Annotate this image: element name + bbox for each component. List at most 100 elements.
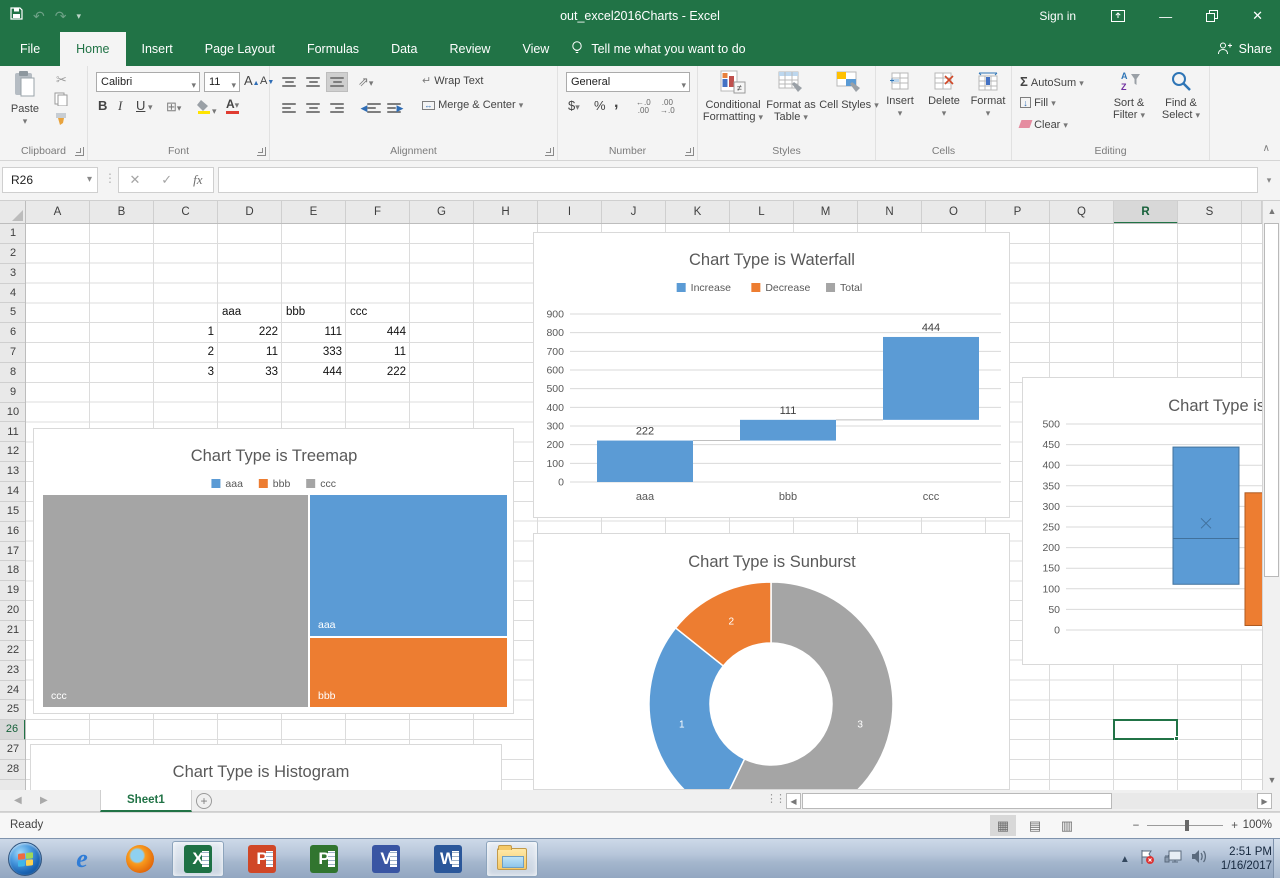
wrap-text-button[interactable]: ↵ Wrap Text	[422, 74, 483, 87]
ribbon-display-options-icon[interactable]	[1094, 0, 1142, 32]
font-color-icon[interactable]: A▾	[226, 97, 239, 111]
column-header-S[interactable]: S	[1178, 201, 1242, 224]
cell-F7[interactable]: 11	[346, 343, 410, 362]
cell-E6[interactable]: 111	[282, 323, 346, 342]
italic-button[interactable]: I	[118, 98, 122, 114]
select-all-corner[interactable]	[0, 201, 26, 224]
copy-icon[interactable]	[54, 92, 68, 109]
underline-button[interactable]: U	[136, 98, 145, 113]
taskbar-project[interactable]: P	[298, 841, 350, 877]
tell-me-box[interactable]: Tell me what you want to do	[565, 32, 745, 66]
decrease-indent-icon[interactable]: ◀	[358, 98, 380, 118]
cut-icon[interactable]: ✂	[56, 72, 67, 88]
row-header-17[interactable]: 17	[0, 542, 26, 562]
enter-icon[interactable]: ✓	[161, 172, 172, 188]
page-break-view-icon[interactable]: ▥	[1054, 815, 1080, 836]
row-header-3[interactable]: 3	[0, 264, 26, 284]
row-header-22[interactable]: 22	[0, 641, 26, 661]
column-header-R[interactable]: R	[1114, 201, 1178, 224]
column-header-O[interactable]: O	[922, 201, 986, 224]
autosum-button[interactable]: Σ AutoSum ▾	[1020, 74, 1084, 89]
cell-F8[interactable]: 222	[346, 363, 410, 382]
fill-handle[interactable]	[1174, 736, 1179, 741]
font-size-combo[interactable]: 11▾	[204, 72, 240, 92]
format-painter-icon[interactable]	[54, 112, 68, 129]
page-layout-view-icon[interactable]: ▤	[1022, 815, 1048, 836]
align-top-icon[interactable]	[278, 72, 300, 92]
row-header-26[interactable]: 26	[0, 720, 26, 740]
taskbar-explorer[interactable]	[486, 841, 538, 877]
scroll-down-icon[interactable]: ▼	[1263, 770, 1280, 790]
column-header-E[interactable]: E	[282, 201, 346, 224]
row-header-1[interactable]: 1	[0, 224, 26, 244]
formula-bar-splitter[interactable]: ⋮	[104, 171, 116, 185]
align-right-icon[interactable]	[326, 98, 348, 118]
clear-button[interactable]: Clear ▾	[1020, 119, 1068, 131]
column-header-J[interactable]: J	[602, 201, 666, 224]
increase-indent-icon[interactable]: ▶	[384, 98, 406, 118]
cell-C7[interactable]: 2	[154, 343, 218, 362]
borders-icon[interactable]: ⊞▾	[166, 99, 181, 115]
insert-cells-button[interactable]: Insert▾	[878, 72, 922, 119]
row-header-7[interactable]: 7	[0, 343, 26, 363]
horizontal-scrollbar[interactable]: ◀ ▶	[786, 793, 1272, 810]
vertical-scroll-thumb[interactable]	[1264, 223, 1279, 577]
align-middle-icon[interactable]	[302, 72, 324, 92]
taskbar-firefox[interactable]	[114, 841, 166, 877]
accounting-format-icon[interactable]: $▾	[568, 98, 580, 113]
row-header-16[interactable]: 16	[0, 522, 26, 542]
cell-F5[interactable]: ccc	[346, 303, 410, 322]
scroll-left-icon[interactable]: ◀	[786, 793, 801, 809]
row-header-29[interactable]	[0, 780, 26, 790]
chart-treemap[interactable]: Chart Type is Treemapaaabbbccccccaaabbb	[33, 428, 514, 714]
chart-box-whisker[interactable]: Chart Type is BoxWhisker0501001502002503…	[1022, 377, 1262, 665]
collapse-ribbon-icon[interactable]: ∧	[1263, 143, 1270, 154]
clipboard-dialog-launcher[interactable]	[75, 147, 84, 156]
sort-filter-button[interactable]: AZ Sort & Filter ▾	[1104, 70, 1154, 121]
cell-D5[interactable]: aaa	[218, 303, 282, 322]
row-header-8[interactable]: 8	[0, 363, 26, 383]
row-header-18[interactable]: 18	[0, 561, 26, 581]
horizontal-scroll-thumb[interactable]	[802, 793, 1112, 809]
column-header-B[interactable]: B	[90, 201, 154, 224]
row-header-12[interactable]: 12	[0, 442, 26, 462]
tab-formulas[interactable]: Formulas	[291, 32, 375, 66]
taskbar-powerpoint[interactable]: P	[236, 841, 288, 877]
row-header-20[interactable]: 20	[0, 601, 26, 621]
column-header-L[interactable]: L	[730, 201, 794, 224]
row-header-28[interactable]: 28	[0, 760, 26, 780]
delete-cells-button[interactable]: Delete▾	[922, 72, 966, 119]
cell-C6[interactable]: 1	[154, 323, 218, 342]
row-header-11[interactable]: 11	[0, 423, 26, 443]
row-header-15[interactable]: 15	[0, 502, 26, 522]
column-header-G[interactable]: G	[410, 201, 474, 224]
column-header-D[interactable]: D	[218, 201, 282, 224]
insert-function-icon[interactable]: fx	[193, 172, 202, 188]
show-desktop-button[interactable]	[1273, 839, 1280, 878]
formula-input[interactable]	[218, 167, 1258, 193]
number-dialog-launcher[interactable]	[685, 147, 694, 156]
increase-decimal-icon[interactable]: ←.0.00	[636, 99, 651, 115]
row-header-10[interactable]: 10	[0, 403, 26, 423]
fill-color-icon[interactable]: ▾	[196, 98, 217, 117]
cell-D6[interactable]: 222	[218, 323, 282, 342]
column-header-I[interactable]: I	[538, 201, 602, 224]
cell-C8[interactable]: 3	[154, 363, 218, 382]
row-header-5[interactable]: 5	[0, 303, 26, 323]
column-header-Q[interactable]: Q	[1050, 201, 1114, 224]
row-header-19[interactable]: 19	[0, 581, 26, 601]
tab-file[interactable]: File	[0, 32, 60, 66]
row-header-23[interactable]: 23	[0, 661, 26, 681]
row-header-6[interactable]: 6	[0, 323, 26, 343]
cell-D7[interactable]: 11	[218, 343, 282, 362]
tab-home[interactable]: Home	[60, 32, 125, 66]
taskbar-word[interactable]: W	[422, 841, 474, 877]
selected-cell-R26[interactable]	[1113, 719, 1178, 740]
find-select-button[interactable]: Find & Select ▾	[1156, 70, 1206, 121]
column-header-M[interactable]: M	[794, 201, 858, 224]
minimize-button[interactable]: —	[1142, 0, 1189, 32]
align-left-icon[interactable]	[278, 98, 300, 118]
cell-E8[interactable]: 444	[282, 363, 346, 382]
increase-font-icon[interactable]: A▲	[244, 73, 260, 88]
tab-insert[interactable]: Insert	[126, 32, 189, 66]
